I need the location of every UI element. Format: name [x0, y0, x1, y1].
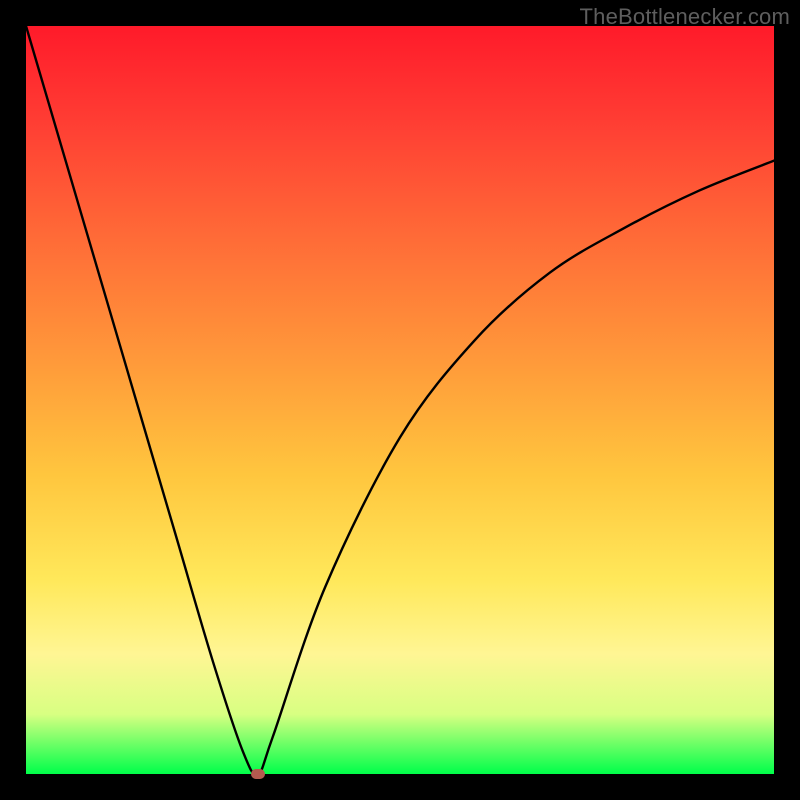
optimal-point-marker [251, 769, 265, 779]
attribution-text: TheBottlenecker.com [580, 4, 790, 30]
bottleneck-curve [26, 26, 774, 774]
plot-area [26, 26, 774, 774]
chart-frame: TheBottlenecker.com [0, 0, 800, 800]
curve-path [26, 26, 774, 775]
